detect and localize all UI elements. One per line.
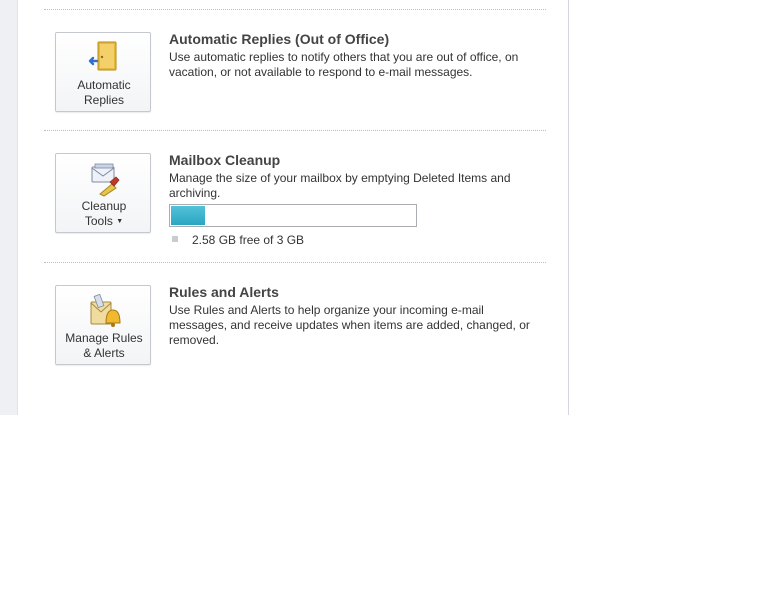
mailbox-quota-bar bbox=[169, 204, 417, 227]
quota-legend-swatch bbox=[172, 236, 178, 242]
automatic-replies-button[interactable]: Automatic Replies bbox=[55, 32, 151, 112]
mailbox-cleanup-title: Mailbox Cleanup bbox=[169, 152, 281, 168]
automatic-replies-label-line2: Replies bbox=[83, 93, 125, 107]
rules-alerts-description: Use Rules and Alerts to help organize yo… bbox=[169, 303, 530, 347]
mailbox-cleanup-description: Manage the size of your mailbox by empty… bbox=[169, 171, 511, 200]
rules-alerts-label-line2: & Alerts bbox=[83, 346, 125, 360]
dropdown-caret-icon: ▼ bbox=[116, 218, 124, 225]
cleanup-tools-label-line2: Tools bbox=[84, 214, 113, 228]
cleanup-tools-label-line1: Cleanup bbox=[81, 199, 127, 213]
mailbox-quota-fill bbox=[171, 206, 205, 225]
left-edge-strip bbox=[0, 0, 18, 415]
rules-alerts-title: Rules and Alerts bbox=[169, 284, 279, 300]
rules-alerts-icon bbox=[90, 293, 121, 327]
section-divider bbox=[44, 262, 546, 263]
section-divider bbox=[44, 130, 546, 131]
rules-alerts-section: Manage Rules & Alerts Rules and Alerts U… bbox=[55, 284, 545, 375]
section-divider bbox=[44, 9, 546, 10]
cleanup-tools-icon bbox=[91, 163, 120, 197]
cleanup-tools-button[interactable]: Cleanup Tools ▼ bbox=[55, 153, 151, 233]
automatic-replies-label-line1: Automatic bbox=[77, 78, 131, 92]
mailbox-quota-text: 2.58 GB free of 3 GB bbox=[192, 233, 305, 247]
mailbox-quota-legend: 2.58 GB free of 3 GB bbox=[172, 233, 304, 247]
automatic-replies-section: Automatic Replies Automatic Replies (Out… bbox=[55, 31, 545, 122]
rules-alerts-label-line1: Manage Rules bbox=[65, 331, 143, 345]
automatic-replies-description: Use automatic replies to notify others t… bbox=[169, 50, 519, 79]
automatic-replies-icon bbox=[88, 41, 117, 71]
automatic-replies-title: Automatic Replies (Out of Office) bbox=[169, 31, 390, 47]
manage-rules-alerts-button[interactable]: Manage Rules & Alerts bbox=[55, 285, 151, 365]
mailbox-cleanup-section: Cleanup Tools ▼ Mailbox Cleanup Manage t… bbox=[55, 152, 545, 253]
